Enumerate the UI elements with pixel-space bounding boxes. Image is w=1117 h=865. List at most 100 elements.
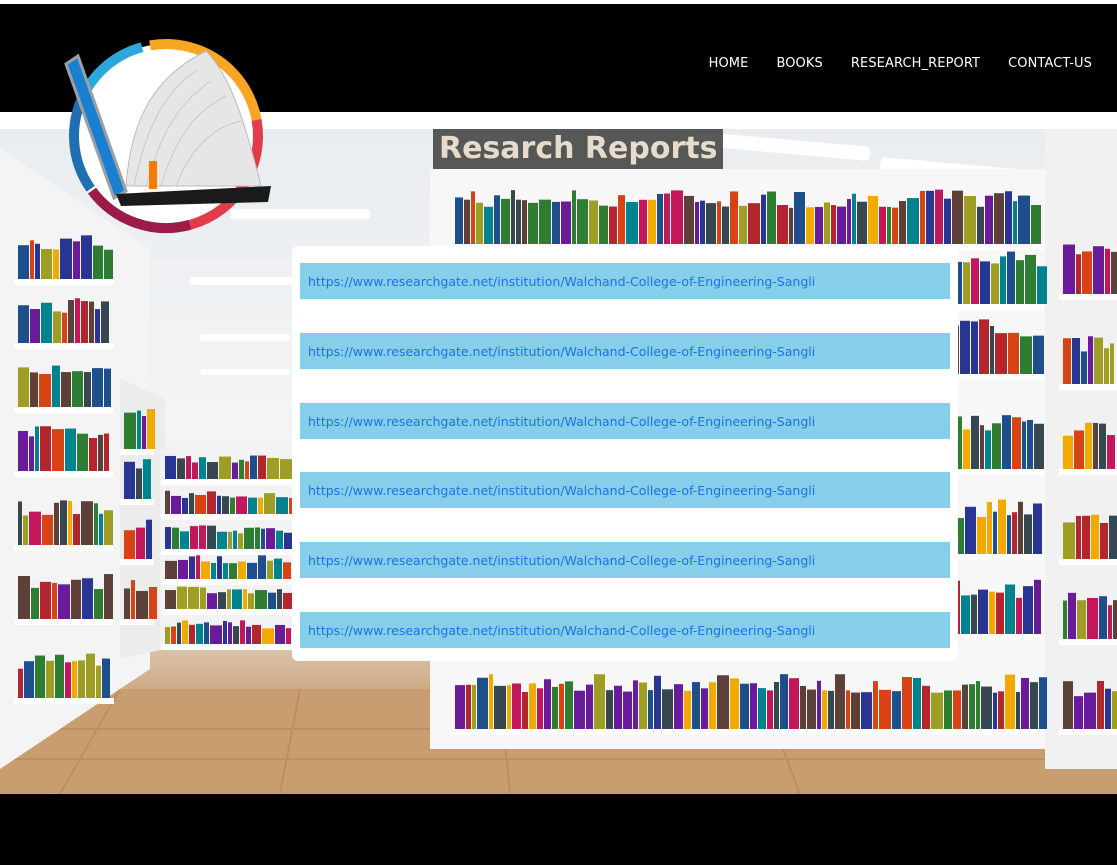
- book-spine: [706, 203, 716, 244]
- book-spine: [464, 199, 470, 244]
- book-spine: [1018, 501, 1023, 554]
- book-spine: [177, 622, 181, 644]
- book-spine: [748, 203, 760, 244]
- report-list-card: https://www.researchgate.net/institution…: [292, 246, 958, 661]
- report-link[interactable]: https://www.researchgate.net/institution…: [308, 623, 815, 638]
- book-spine: [236, 496, 247, 514]
- book-spine: [507, 685, 511, 729]
- book-spine: [218, 592, 226, 609]
- shelf-board: [1059, 469, 1117, 475]
- book-spine: [944, 198, 951, 244]
- book-spine: [86, 653, 95, 698]
- book-spine: [53, 311, 61, 343]
- book-spine: [266, 528, 275, 549]
- book-spine: [767, 191, 776, 244]
- book-spine: [831, 205, 836, 244]
- book-spine: [902, 677, 912, 729]
- book-spine: [846, 690, 850, 729]
- book-spine: [207, 593, 217, 609]
- book-spine: [200, 587, 206, 609]
- book-spine: [52, 365, 60, 407]
- book-spine: [207, 525, 216, 549]
- report-link[interactable]: https://www.researchgate.net/institution…: [308, 483, 815, 498]
- page-title: Resarch Reports: [433, 129, 724, 169]
- book-spine: [477, 677, 488, 729]
- book-spine: [1023, 586, 1033, 634]
- book-spine: [1012, 512, 1017, 554]
- book-spine: [944, 690, 952, 729]
- book-spine: [1037, 266, 1047, 304]
- book-spine: [267, 560, 273, 579]
- nav-home-link[interactable]: HOME: [709, 56, 749, 71]
- book-spine: [633, 680, 638, 729]
- report-link[interactable]: https://www.researchgate.net/institution…: [308, 274, 815, 289]
- book-spine: [172, 527, 179, 549]
- book-spine: [977, 516, 986, 554]
- book-spine: [868, 195, 878, 244]
- book-spine: [243, 589, 247, 609]
- book-spine: [648, 690, 653, 729]
- book-spine: [1112, 691, 1117, 729]
- book-spine: [192, 462, 198, 479]
- book-spine: [149, 586, 157, 619]
- book-spine: [471, 191, 475, 244]
- book-spine: [1020, 336, 1032, 374]
- book-spine: [552, 201, 560, 244]
- shelf-board: [120, 499, 154, 505]
- book-spine: [561, 201, 571, 244]
- book-spine: [222, 496, 229, 514]
- book-spine: [964, 196, 976, 244]
- book-spine: [1027, 419, 1033, 469]
- book-spine: [58, 584, 70, 619]
- book-spine: [1022, 421, 1026, 469]
- book-spine: [82, 578, 93, 619]
- book-spine: [23, 515, 28, 545]
- book-spine: [258, 555, 266, 579]
- book-spine: [920, 190, 925, 244]
- book-spine: [136, 590, 148, 619]
- book-spine: [178, 559, 188, 579]
- book-spine: [41, 302, 52, 343]
- shelf-board: [1059, 294, 1117, 300]
- book-spine: [800, 685, 806, 729]
- book-spine: [238, 533, 243, 549]
- book-spine: [761, 194, 766, 244]
- book-spine: [18, 501, 22, 545]
- book-spine: [30, 309, 40, 343]
- book-spine: [81, 235, 92, 279]
- book-spine: [229, 563, 237, 579]
- book-spine: [124, 461, 135, 499]
- book-spine: [233, 530, 237, 549]
- book-spine: [186, 456, 191, 479]
- book-spine: [1005, 191, 1012, 244]
- book-spine: [963, 262, 970, 304]
- book-spine: [822, 690, 827, 729]
- book-spine: [606, 690, 613, 729]
- nav-books-link[interactable]: BOOKS: [776, 56, 822, 71]
- report-link[interactable]: https://www.researchgate.net/institution…: [308, 414, 815, 429]
- shelf-board: [14, 279, 114, 285]
- book-laptop-logo-icon[interactable]: [56, 36, 276, 241]
- report-link[interactable]: https://www.researchgate.net/institution…: [308, 344, 815, 359]
- book-spine: [1005, 584, 1015, 634]
- book-spine: [700, 200, 705, 244]
- book-spine: [199, 525, 206, 549]
- book-spine: [684, 195, 694, 244]
- book-spine: [99, 513, 103, 545]
- book-spine: [223, 620, 227, 644]
- shelf-board: [120, 619, 154, 625]
- book-spine: [522, 200, 527, 244]
- book-spine: [52, 582, 57, 619]
- nav-research-report-link[interactable]: RESEARCH_REPORT: [851, 56, 980, 71]
- book-spine: [995, 333, 1007, 374]
- book-spine: [89, 437, 97, 471]
- book-spine: [892, 691, 901, 729]
- book-spine: [494, 685, 506, 729]
- book-spine: [664, 193, 670, 244]
- book-spine: [971, 415, 979, 469]
- book-spine: [35, 243, 40, 279]
- book-spine: [196, 623, 203, 644]
- report-link[interactable]: https://www.researchgate.net/institution…: [308, 553, 815, 568]
- book-spine: [124, 588, 130, 619]
- nav-contact-us-link[interactable]: CONTACT-US: [1008, 56, 1092, 71]
